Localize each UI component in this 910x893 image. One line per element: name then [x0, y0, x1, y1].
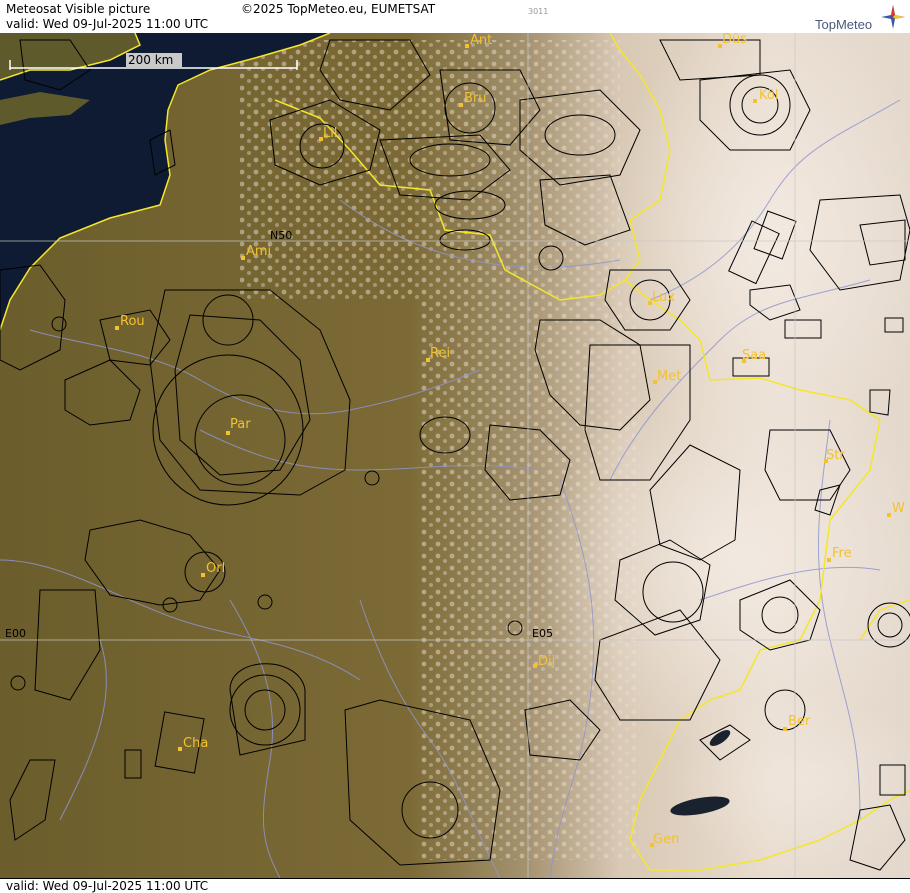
city-label-orl[interactable]: Orl — [206, 561, 225, 576]
satellite-map[interactable]: N50 E00 E05 200 km Ant Düs Köl Bru Lil A… — [0, 33, 910, 878]
header-bar: Meteosat Visible picture ©2025 TopMeteo.… — [0, 0, 910, 33]
grid-label-e05: E05 — [532, 627, 553, 640]
city-label-w[interactable]: W — [892, 501, 905, 516]
city-label-rou[interactable]: Rou — [120, 314, 145, 329]
grid-label-n50: N50 — [270, 229, 292, 242]
city-label-saa[interactable]: Saa — [742, 348, 766, 363]
scale-bar-label: 200 km — [128, 53, 173, 67]
city-label-ami[interactable]: Ami — [246, 244, 271, 259]
valid-time-bottom: valid: Wed 09-Jul-2025 11:00 UTC — [6, 879, 209, 893]
topmeteo-logo[interactable]: TopMeteo — [812, 4, 906, 32]
copyright-text: ©2025 TopMeteo.eu, EUMETSAT — [241, 2, 436, 16]
city-label-fre[interactable]: Fre — [832, 546, 852, 561]
compass-star-icon — [881, 5, 905, 29]
city-label-bru[interactable]: Bru — [464, 91, 487, 106]
footer-bar: valid: Wed 09-Jul-2025 11:00 UTC — [0, 878, 910, 893]
city-label-rei[interactable]: Rei — [430, 346, 450, 361]
image-code: 3011 — [528, 7, 549, 16]
city-label-lil[interactable]: Lil — [323, 126, 337, 141]
city-label-ber[interactable]: Ber — [788, 714, 811, 729]
city-label-dus[interactable]: Düs — [722, 33, 747, 47]
city-label-met[interactable]: Met — [657, 369, 681, 384]
valid-time-top: valid: Wed 09-Jul-2025 11:00 UTC — [6, 17, 209, 31]
city-label-gen[interactable]: Gen — [653, 832, 679, 847]
city-label-kol[interactable]: Köl — [759, 88, 778, 103]
grid-label-e00: E00 — [5, 627, 26, 640]
city-label-ant[interactable]: Ant — [470, 33, 492, 48]
city-label-par[interactable]: Par — [230, 417, 251, 432]
city-label-str[interactable]: Str — [826, 448, 845, 463]
map-viewer: Meteosat Visible picture ©2025 TopMeteo.… — [0, 0, 910, 893]
logo-text: TopMeteo — [815, 17, 873, 32]
city-label-dij[interactable]: Dij — [538, 654, 555, 669]
product-title: Meteosat Visible picture — [6, 2, 151, 16]
city-label-lux[interactable]: Lux — [652, 290, 675, 305]
city-label-cha[interactable]: Cha — [183, 736, 208, 751]
